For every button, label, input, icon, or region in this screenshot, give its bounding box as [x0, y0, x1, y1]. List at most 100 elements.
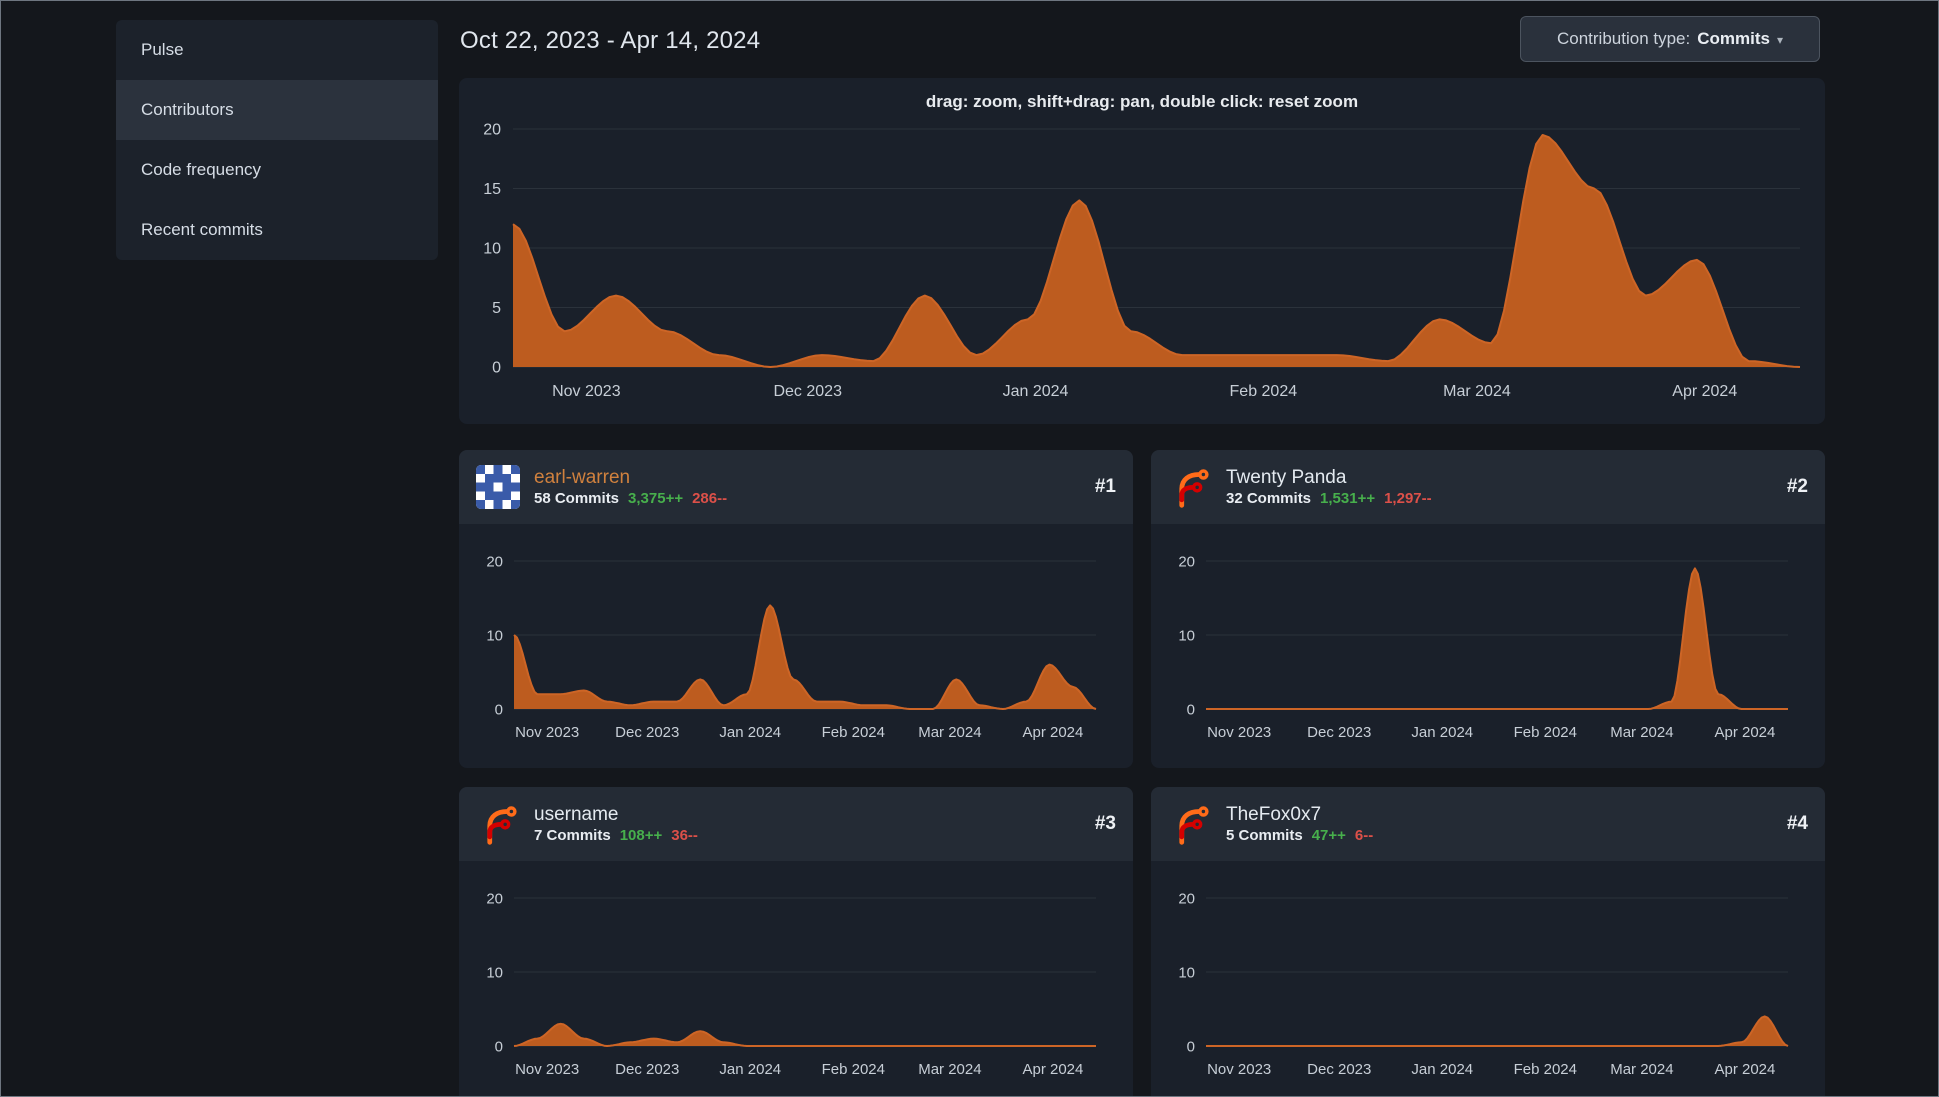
- date-range-title: Oct 22, 2023 - Apr 14, 2024: [460, 27, 761, 54]
- deletions-count: 6--: [1354, 827, 1374, 844]
- svg-text:Mar 2024: Mar 2024: [918, 724, 981, 741]
- svg-text:0: 0: [495, 1038, 503, 1055]
- svg-text:20: 20: [486, 890, 503, 907]
- sidebar-item-code-frequency[interactable]: Code frequency: [116, 140, 438, 200]
- additions-count: 3,375++: [628, 490, 684, 507]
- contributor-stats: 7 Commits 108++ 36--: [534, 828, 698, 843]
- overall-commits-area-chart[interactable]: 0 5 10 15 20 Nov 2023 Dec 2023 Jan 2024 Feb 2024…: [459, 78, 1825, 424]
- svg-text:Apr 2024: Apr 2024: [1022, 724, 1083, 741]
- chevron-down-icon: ▾: [1776, 33, 1783, 47]
- svg-text:Nov 2023: Nov 2023: [515, 724, 579, 741]
- svg-text:10: 10: [486, 627, 503, 644]
- repo-activity-contributors-page: Pulse Contributors Code frequency Recent…: [0, 0, 1939, 1097]
- contributor-name-link[interactable]: username: [534, 805, 698, 824]
- contributor-cards-grid: earl-warren 58 Commits 3,375++ 286-- #1 …: [459, 450, 1825, 1097]
- svg-text:Apr 2024: Apr 2024: [1714, 1061, 1775, 1078]
- contributor-name-link[interactable]: earl-warren: [534, 468, 727, 487]
- svg-text:10: 10: [1178, 964, 1195, 981]
- additions-count: 108++: [619, 827, 663, 844]
- commit-count: 7 Commits: [534, 827, 611, 844]
- contributor-commits-chart[interactable]: 0 10 20 Nov 2023 Dec 2023 Jan 2024 Feb 2024 Mar…: [459, 861, 1133, 1097]
- contributor-card-header: Twenty Panda 32 Commits 1,531++ 1,297-- …: [1151, 450, 1825, 524]
- avatar[interactable]: [476, 465, 520, 509]
- svg-text:Nov 2023: Nov 2023: [1207, 1061, 1271, 1078]
- avatar[interactable]: [1168, 465, 1212, 509]
- commit-count: 58 Commits: [534, 490, 620, 507]
- sidebar-item-pulse[interactable]: Pulse: [116, 20, 438, 80]
- contributor-rank: #3: [1094, 813, 1116, 834]
- svg-text:20: 20: [486, 553, 503, 570]
- svg-text:Mar 2024: Mar 2024: [918, 1061, 981, 1078]
- additions-count: 47++: [1311, 827, 1346, 844]
- svg-text:0: 0: [1187, 1038, 1195, 1055]
- commit-count: 5 Commits: [1226, 827, 1303, 844]
- additions-count: 1,531++: [1320, 490, 1376, 507]
- svg-text:Apr 2024: Apr 2024: [1672, 383, 1737, 400]
- sidebar-item-label: Code frequency: [141, 160, 262, 179]
- contributor-card: TheFox0x7 5 Commits 47++ 6-- #4 0 10 20 Nov…: [1151, 787, 1825, 1097]
- contributor-stats: 5 Commits 47++ 6--: [1226, 828, 1373, 843]
- contribution-type-dropdown[interactable]: Contribution type: Commits ▾: [1520, 16, 1820, 62]
- svg-text:Mar 2024: Mar 2024: [1443, 383, 1511, 400]
- svg-text:Jan 2024: Jan 2024: [719, 724, 781, 741]
- svg-text:0: 0: [1187, 701, 1195, 718]
- svg-text:Dec 2023: Dec 2023: [1307, 1061, 1371, 1078]
- svg-text:Apr 2024: Apr 2024: [1714, 724, 1775, 741]
- svg-text:Feb 2024: Feb 2024: [1514, 1061, 1577, 1078]
- contributor-stats: 32 Commits 1,531++ 1,297--: [1226, 491, 1432, 506]
- contributor-card: Twenty Panda 32 Commits 1,531++ 1,297-- …: [1151, 450, 1825, 768]
- contributor-commits-chart[interactable]: 0 10 20 Nov 2023 Dec 2023 Jan 2024 Feb 2024 Mar…: [1151, 861, 1825, 1097]
- contributor-card-header: username 7 Commits 108++ 36-- #3: [459, 787, 1133, 861]
- contribution-type-value: Commits: [1697, 29, 1770, 48]
- contributor-rank: #2: [1786, 476, 1808, 497]
- sidebar-item-contributors[interactable]: Contributors: [116, 80, 438, 140]
- sidebar-item-recent-commits[interactable]: Recent commits: [116, 200, 438, 260]
- contributor-commits-chart[interactable]: 0 10 20 Nov 2023 Dec 2023 Jan 2024 Feb 2024 Mar…: [459, 524, 1133, 768]
- svg-text:15: 15: [483, 181, 501, 198]
- svg-text:Feb 2024: Feb 2024: [822, 1061, 885, 1078]
- chart-zoom-hint: drag: zoom, shift+drag: pan, double clic…: [925, 92, 1359, 111]
- contributor-stats: 58 Commits 3,375++ 286--: [534, 491, 727, 506]
- activity-sidebar: Pulse Contributors Code frequency Recent…: [116, 20, 438, 260]
- svg-text:Mar 2024: Mar 2024: [1610, 724, 1673, 741]
- avatar[interactable]: [1168, 802, 1212, 846]
- sidebar-item-label: Pulse: [141, 40, 184, 59]
- sidebar-item-label: Recent commits: [141, 220, 263, 239]
- deletions-count: 286--: [692, 490, 728, 507]
- contributor-rank: #4: [1786, 813, 1808, 834]
- svg-text:Apr 2024: Apr 2024: [1022, 1061, 1083, 1078]
- contributor-card-header: TheFox0x7 5 Commits 47++ 6-- #4: [1151, 787, 1825, 861]
- svg-text:20: 20: [483, 122, 501, 139]
- svg-text:Nov 2023: Nov 2023: [552, 383, 621, 400]
- contributor-commits-chart[interactable]: 0 10 20 Nov 2023 Dec 2023 Jan 2024 Feb 2024 Mar…: [1151, 524, 1825, 768]
- contributor-name-link[interactable]: TheFox0x7: [1226, 805, 1373, 824]
- sidebar-item-label: Contributors: [141, 100, 234, 119]
- svg-text:Nov 2023: Nov 2023: [515, 1061, 579, 1078]
- overall-commits-chart-panel: drag: zoom, shift+drag: pan, double clic…: [459, 78, 1825, 424]
- svg-text:10: 10: [486, 964, 503, 981]
- svg-text:20: 20: [1178, 553, 1195, 570]
- svg-text:20: 20: [1178, 890, 1195, 907]
- svg-text:5: 5: [492, 300, 501, 317]
- svg-text:Mar 2024: Mar 2024: [1610, 1061, 1673, 1078]
- svg-text:Dec 2023: Dec 2023: [615, 1061, 679, 1078]
- svg-text:Feb 2024: Feb 2024: [822, 724, 885, 741]
- svg-text:10: 10: [1178, 627, 1195, 644]
- contributor-card-header: earl-warren 58 Commits 3,375++ 286-- #1: [459, 450, 1133, 524]
- avatar[interactable]: [476, 802, 520, 846]
- svg-text:Feb 2024: Feb 2024: [1514, 724, 1577, 741]
- contributor-rank: #1: [1094, 476, 1116, 497]
- contributor-name-link[interactable]: Twenty Panda: [1226, 468, 1432, 487]
- svg-text:0: 0: [495, 701, 503, 718]
- svg-text:0: 0: [492, 360, 501, 377]
- deletions-count: 36--: [671, 827, 698, 844]
- svg-text:Jan 2024: Jan 2024: [1411, 724, 1473, 741]
- contributor-card: earl-warren 58 Commits 3,375++ 286-- #1 …: [459, 450, 1133, 768]
- svg-text:Jan 2024: Jan 2024: [719, 1061, 781, 1078]
- contribution-type-label: Contribution type:: [1556, 29, 1691, 48]
- svg-text:Dec 2023: Dec 2023: [1307, 724, 1371, 741]
- svg-text:Jan 2024: Jan 2024: [1003, 383, 1069, 400]
- svg-text:Feb 2024: Feb 2024: [1230, 383, 1298, 400]
- svg-text:Dec 2023: Dec 2023: [615, 724, 679, 741]
- svg-text:Jan 2024: Jan 2024: [1411, 1061, 1473, 1078]
